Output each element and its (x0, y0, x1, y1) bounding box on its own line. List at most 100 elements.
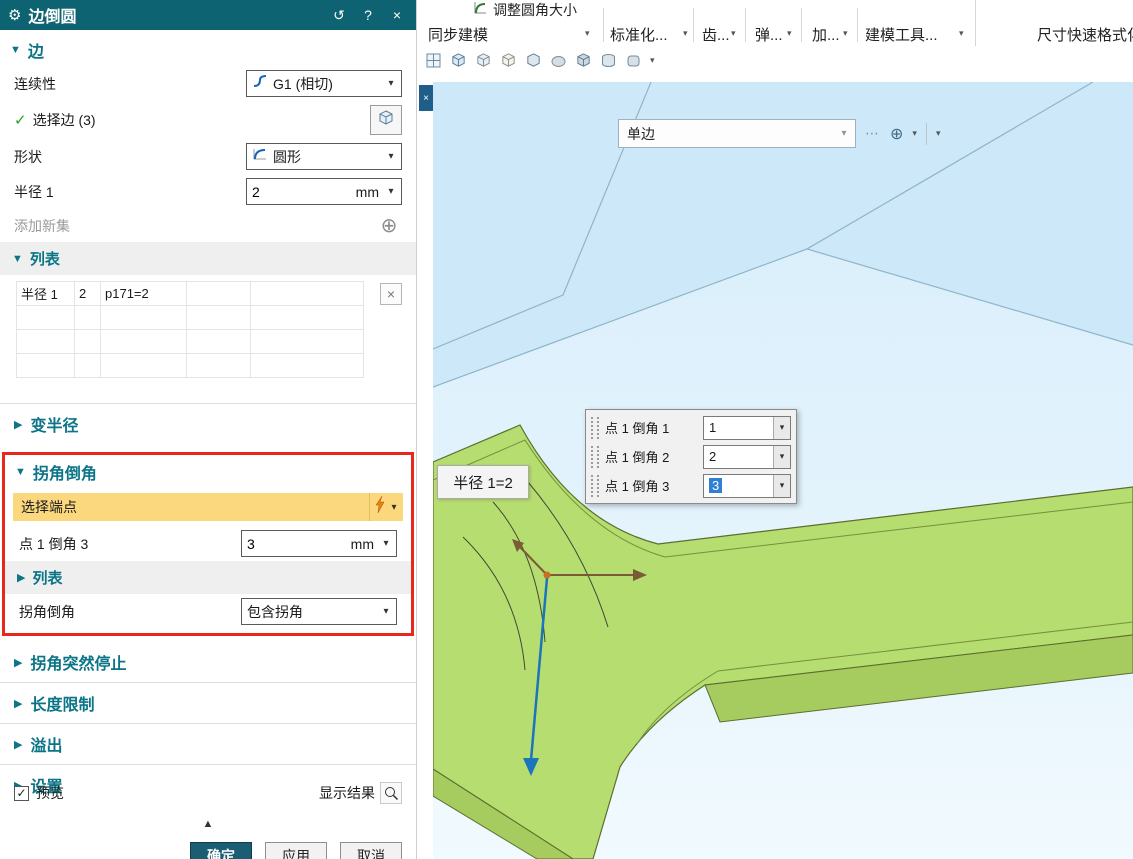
viewport-tab-close[interactable]: × (419, 85, 433, 111)
setback-value-input[interactable] (247, 535, 346, 552)
dialog-title-bar[interactable]: ⚙ 边倒圆 ↺ ? × (0, 0, 416, 30)
ribbon-group-label[interactable]: 标准化... (610, 24, 668, 45)
cube-icon[interactable] (448, 50, 468, 70)
check-icon: ✓ (14, 112, 27, 129)
radius-list-header[interactable]: ▼ 列表 (0, 242, 416, 275)
setback-unit[interactable]: mm (351, 536, 374, 552)
caret-down-icon[interactable]: ▾ (773, 445, 790, 468)
ribbon-group-label[interactable]: 弹... (755, 24, 783, 45)
caret-down-icon[interactable]: ▾ (936, 128, 941, 139)
cube-icon (377, 109, 395, 132)
g1-tangent-icon (252, 74, 268, 93)
group-stop-short[interactable]: ▶ 拐角突然停止 (0, 642, 416, 682)
cancel-button[interactable]: 取消 (340, 842, 402, 859)
section-edge-header[interactable]: ▼ 边 (0, 30, 416, 66)
select-endpoint-row: 选择端点 ▾ (13, 493, 403, 521)
cube-icon[interactable] (523, 50, 543, 70)
caret-down-icon[interactable]: ▾ (773, 416, 790, 439)
radius-annotation-label[interactable]: 半径 1=2 (437, 465, 529, 499)
ribbon-group-label[interactable]: 建模工具... (865, 24, 938, 45)
add-new-set-icon[interactable]: ⊕ (376, 213, 402, 238)
onscreen-setback-dialog[interactable]: 点 1 倒角 1 1 ▾ 点 1 倒角 2 2 ▾ 点 1 倒角 3 3 ▾ (585, 409, 797, 504)
list-cell-name[interactable]: 半径 1 (16, 281, 75, 306)
apply-button[interactable]: 应用 (265, 842, 327, 859)
ok-button[interactable]: 确定 (190, 842, 252, 859)
list-cell-expression[interactable]: p171=2 (100, 281, 187, 306)
cube-icon[interactable] (498, 50, 518, 70)
ribbon-group-label[interactable]: 加... (812, 24, 840, 45)
remove-list-item-button[interactable]: × (380, 283, 402, 305)
continuity-select[interactable]: G1 (相切) ▾ (246, 70, 402, 97)
radius-value-input[interactable] (252, 183, 351, 200)
cube-icon[interactable] (573, 50, 593, 70)
add-new-set-row[interactable]: 添加新集 ⊕ (0, 209, 416, 242)
caret-down-icon[interactable]: ▾ (650, 55, 655, 66)
ribbon-group-label[interactable]: 尺寸快速格式化 (1037, 24, 1133, 45)
rounded-cube-icon[interactable] (623, 50, 643, 70)
triangle-right-icon: ▶ (14, 418, 23, 431)
triangle-down-icon: ▼ (10, 44, 21, 56)
solid-body-select-button[interactable] (370, 105, 402, 135)
drag-grip-icon[interactable] (591, 445, 599, 468)
nx-application: { "icons": { "gear": "⚙", "reset": "↺", … (0, 0, 1133, 859)
section-corner-setback-header[interactable]: ▼ 拐角倒角 (5, 455, 411, 488)
group-length-limit[interactable]: ▶ 长度限制 (0, 682, 416, 723)
selection-filter-select[interactable]: 单边 ▾ (618, 119, 856, 148)
snap-point-scope-icon[interactable]: ⊕ (890, 124, 903, 144)
ribbon-group-caret[interactable]: ▾ (959, 28, 964, 39)
ellipsis-icon[interactable]: ⋯ (865, 125, 881, 142)
radius-list: 半径 1 2 p171=2 × (16, 281, 402, 389)
show-result[interactable]: 显示结果 (319, 782, 402, 804)
drag-grip-icon[interactable] (591, 474, 599, 497)
setback-field[interactable]: mm ▾ (241, 530, 397, 557)
shape-select[interactable]: 圆形 ▾ (246, 143, 402, 170)
snap-point-button[interactable]: ▾ (369, 493, 403, 521)
sphere-icon[interactable] (548, 50, 568, 70)
caret-down-icon[interactable]: ▾ (379, 538, 393, 549)
origin-handle[interactable] (543, 571, 551, 579)
ribbon-group-caret[interactable]: ▾ (585, 28, 590, 39)
collapse-dialog-button[interactable]: ▲ (0, 818, 416, 830)
radius-unit[interactable]: mm (356, 184, 379, 200)
select-endpoint-prompt[interactable]: 选择端点 (13, 493, 369, 521)
ribbon-group-label[interactable]: 同步建模 (428, 24, 488, 45)
cylinder-icon[interactable] (598, 50, 618, 70)
group-variable-radius[interactable]: ▶ 变半径 (0, 403, 416, 444)
dialog-buttons: 确定 应用 取消 (0, 842, 416, 859)
radius-list-table[interactable]: 半径 1 2 p171=2 (16, 281, 364, 378)
table-row[interactable] (16, 305, 364, 330)
caret-down-icon[interactable]: ▾ (384, 186, 398, 197)
ribbon-group-caret[interactable]: ▾ (843, 28, 848, 39)
magnifier-icon[interactable] (380, 782, 402, 804)
help-icon[interactable]: ? (357, 7, 379, 23)
datum-grid-icon[interactable] (423, 50, 443, 70)
caret-down-icon[interactable]: ▾ (912, 128, 917, 139)
cube-icon[interactable] (473, 50, 493, 70)
ribbon-group-caret[interactable]: ▾ (787, 28, 792, 39)
setback-2-select[interactable]: 2 ▾ (703, 444, 791, 469)
drag-grip-icon[interactable] (591, 416, 599, 439)
corner-type-select[interactable]: 包含拐角 ▾ (241, 598, 397, 625)
list-cell-value[interactable]: 2 (74, 281, 101, 306)
setback-row-2: 点 1 倒角 2 2 ▾ (591, 442, 791, 471)
ribbon-group-caret[interactable]: ▾ (683, 28, 688, 39)
continuity-value: G1 (相切) (273, 75, 333, 92)
setback-list-header[interactable]: ▶ 列表 (5, 561, 411, 594)
reset-icon[interactable]: ↺ (328, 7, 350, 24)
graphics-viewport[interactable]: 单边 ▾ ⋯ ⊕ ▾ ▾ 点 1 倒角 1 1 ▾ 点 1 倒角 2 2 ▾ 点… (433, 82, 1133, 859)
select-edge-row[interactable]: ✓ 选择边 (3) (0, 101, 416, 139)
ribbon-group-caret[interactable]: ▾ (731, 28, 736, 39)
setback-3-select[interactable]: 3 ▾ (703, 473, 791, 498)
table-row[interactable]: 半径 1 2 p171=2 (16, 281, 364, 306)
close-icon[interactable]: × (386, 7, 408, 23)
caret-down-icon[interactable]: ▾ (773, 474, 790, 497)
group-overflow[interactable]: ▶ 溢出 (0, 723, 416, 764)
table-row[interactable] (16, 329, 364, 354)
setback-1-select[interactable]: 1 ▾ (703, 415, 791, 440)
preview-checkbox[interactable]: ✓ (14, 785, 29, 801)
radius-field[interactable]: mm ▾ (246, 178, 402, 205)
clipped-ribbon-item[interactable]: 调整圆角大小 (473, 0, 577, 17)
table-row[interactable] (16, 353, 364, 378)
ribbon-group-label[interactable]: 齿... (702, 24, 730, 45)
corner-type-row: 拐角倒角 包含拐角 ▾ (5, 594, 411, 629)
